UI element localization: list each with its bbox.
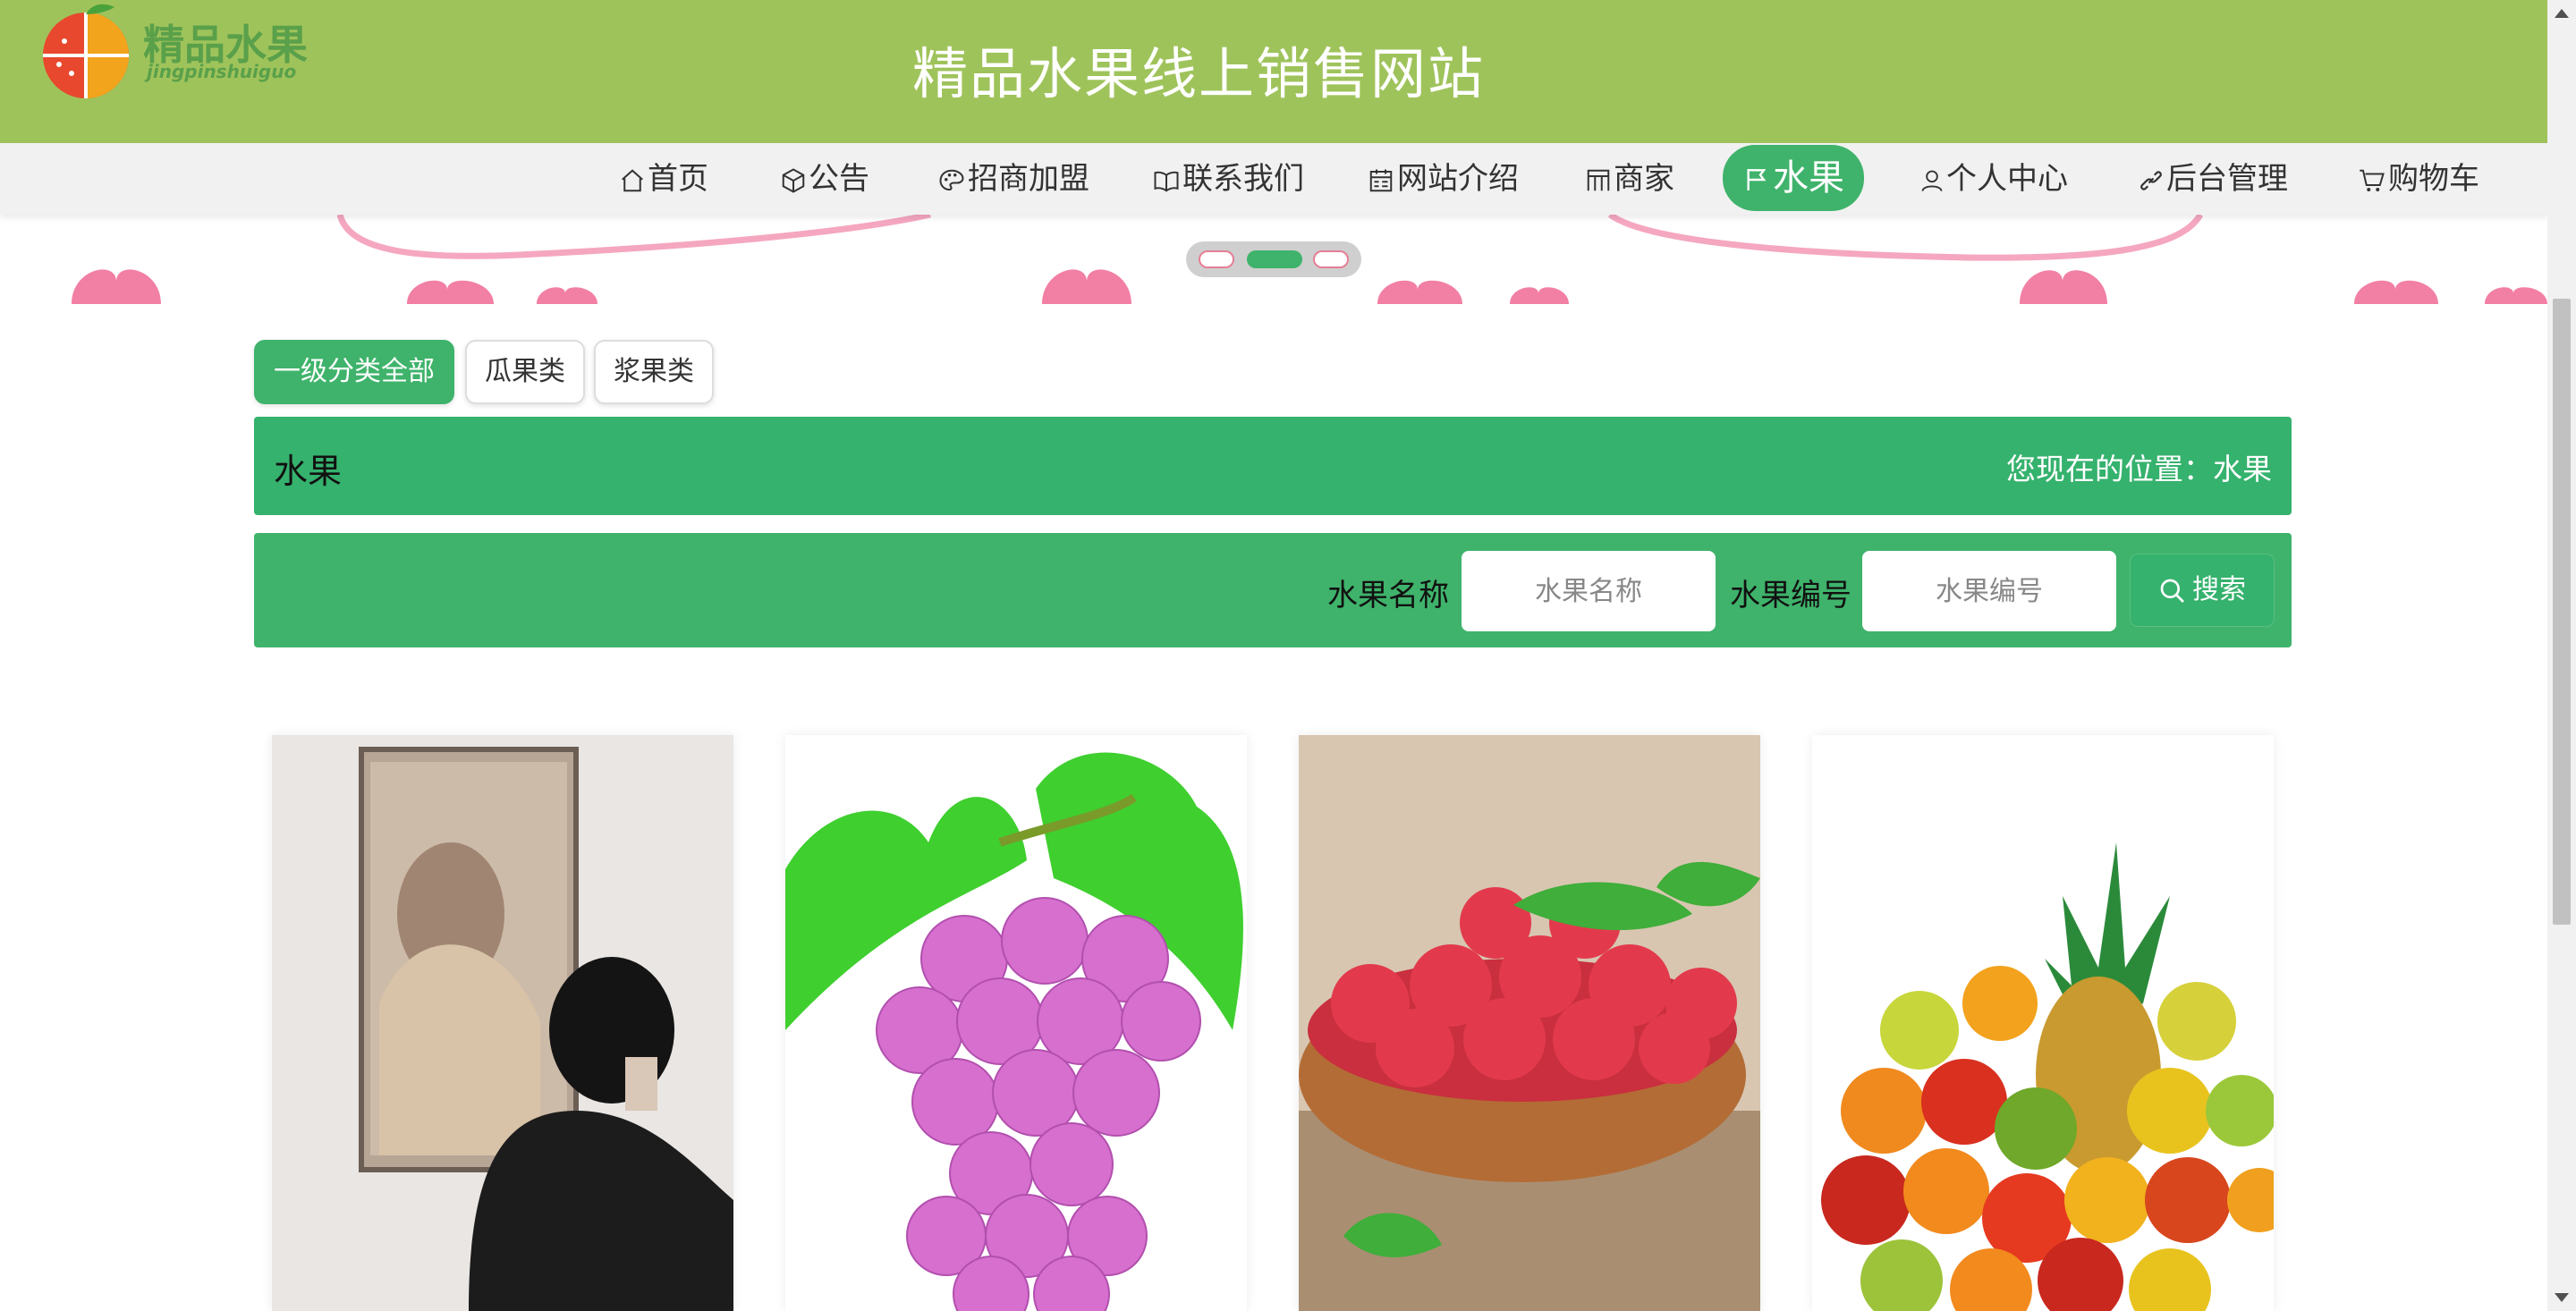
nav-label: 联系我们 [1182,161,1304,197]
fruit-name-input[interactable] [1462,551,1716,631]
breadcrumb: 您现在的位置：水果 [2006,452,2272,486]
scroll-up-arrow-icon[interactable] [2555,9,2569,18]
nav-label: 网站介绍 [1397,161,1519,197]
nav-label: 水果 [1773,157,1844,199]
link-icon [2140,170,2162,190]
fruit-name-label: 水果名称 [1327,578,1449,613]
product-card[interactable] [1299,735,1760,1311]
user-icon [1921,170,1943,191]
search-button[interactable]: 搜索 [2131,554,2274,626]
book-icon [1154,171,1179,191]
product-image [272,735,733,1311]
site-header: 精品水果 jingpinshuiguo 精品水果线上销售网站 [0,0,2547,143]
nav-label: 购物车 [2388,161,2479,197]
fruit-code-input[interactable] [1862,551,2116,631]
home-icon [622,168,643,191]
page-title: 水果 [274,452,343,491]
product-image [1812,735,2274,1311]
scroll-down-arrow-icon[interactable] [2555,1293,2569,1302]
product-card[interactable] [785,735,1247,1311]
carousel-dot-active[interactable] [1247,250,1302,268]
box-icon [782,167,805,193]
cart-icon [2360,169,2385,191]
nav-item-notice[interactable]: 公告 [780,152,869,206]
nav-label: 首页 [648,161,708,197]
calendar-icon [1369,169,1393,191]
category-all[interactable]: 一级分类全部 [254,340,454,404]
search-button-label: 搜索 [2192,574,2246,605]
nav-item-merchant[interactable]: 商家 [1585,152,1674,206]
carousel-indicators [1186,241,1361,277]
nav-item-franchise[interactable]: 招商加盟 [937,152,1089,206]
carousel-dot[interactable] [1313,250,1349,268]
flag-icon [1747,169,1767,190]
page-scrollbar[interactable] [2547,0,2576,1311]
nav-item-about[interactable]: 网站介绍 [1367,152,1519,206]
product-card[interactable] [272,735,733,1311]
carousel-dot[interactable] [1199,250,1234,268]
carousel-banner[interactable] [0,215,2547,304]
main-nav: 首页 公告 招商加盟 联系我们 网站介绍 商家 水果 个人中心 后台管理 购物车 [0,143,2547,215]
palette-icon [939,169,964,190]
product-image [785,735,1247,1311]
fruit-code-label: 水果编号 [1730,578,1852,613]
nav-item-home[interactable]: 首页 [619,152,708,206]
nav-label: 后台管理 [2166,161,2288,197]
nav-label: 招商加盟 [968,161,1089,197]
product-card[interactable] [1812,735,2274,1311]
nav-item-contact[interactable]: 联系我们 [1152,152,1304,206]
nav-item-admin[interactable]: 后台管理 [2138,152,2288,206]
nav-label: 个人中心 [1946,161,2068,197]
nav-item-fruit[interactable]: 水果 [1723,145,1864,211]
search-icon [2160,579,2184,603]
nav-label: 公告 [809,161,869,197]
site-title: 精品水果线上销售网站 [911,41,1485,106]
category-melon[interactable]: 瓜果类 [465,340,585,404]
nav-item-profile[interactable]: 个人中心 [1919,152,2068,206]
page-title-bar: 水果 您现在的位置：水果 [254,417,2292,515]
search-bar: 水果名称 水果编号 搜索 [254,533,2292,647]
product-image [1299,735,1760,1311]
nav-label: 商家 [1614,161,1674,197]
category-berry[interactable]: 浆果类 [594,340,714,404]
grid-icon [1587,169,1610,190]
nav-item-cart[interactable]: 购物车 [2358,152,2479,206]
scrollbar-thumb[interactable] [2553,299,2571,925]
